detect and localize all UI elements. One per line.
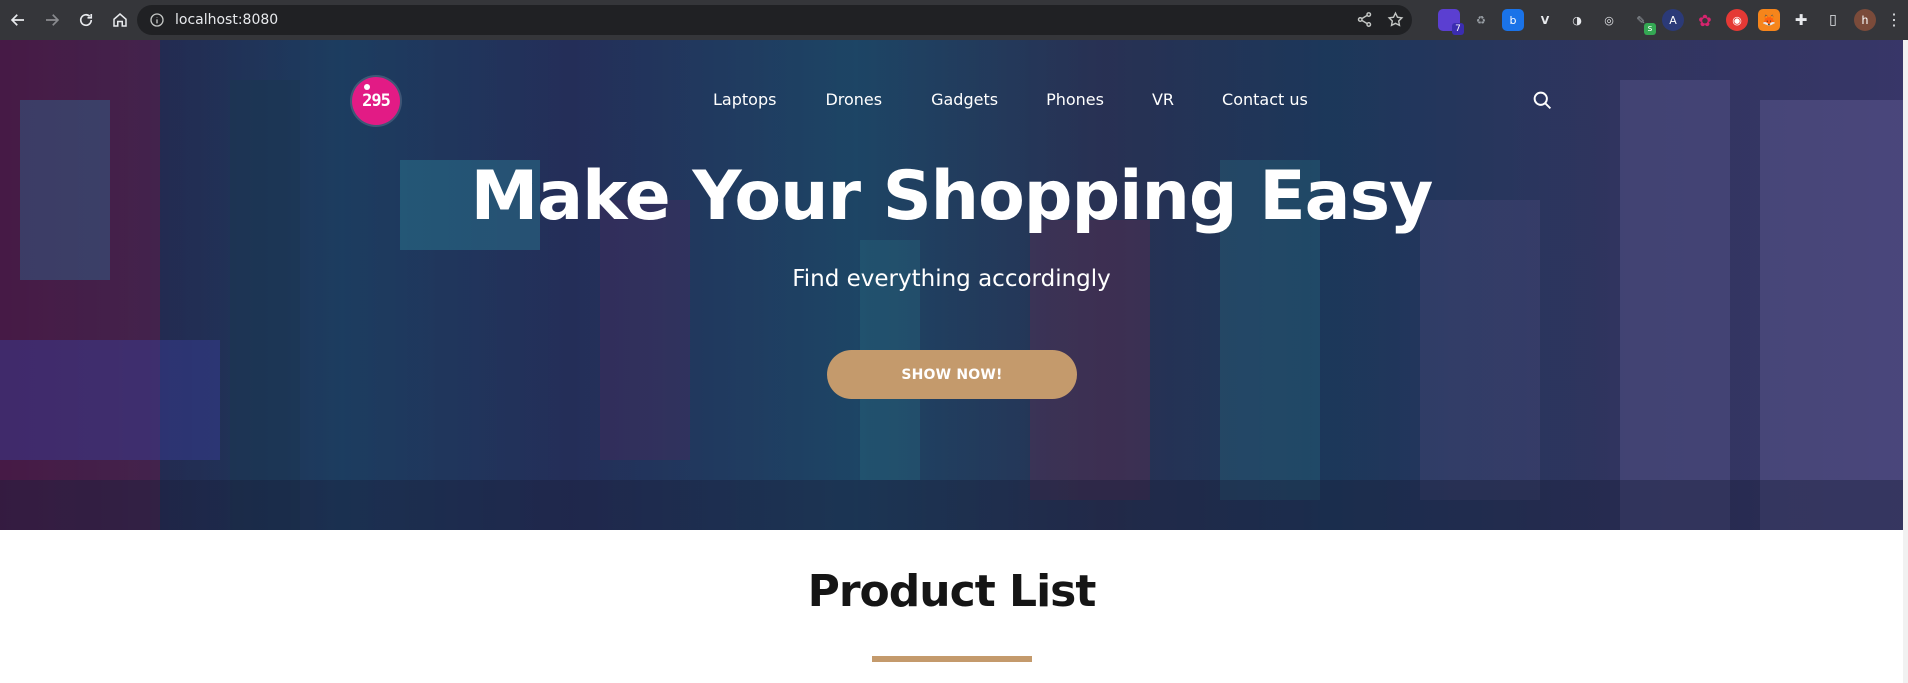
gear-pink-icon[interactable]: ✿ bbox=[1694, 9, 1716, 31]
home-button[interactable] bbox=[104, 4, 136, 36]
hero-subtitle: Find everything accordingly bbox=[792, 266, 1111, 292]
fox-icon[interactable]: 🦊 bbox=[1758, 9, 1780, 31]
forward-button[interactable] bbox=[36, 4, 68, 36]
nav-item-vr[interactable]: VR bbox=[1152, 90, 1174, 109]
eyedropper-icon[interactable]: ✎ s bbox=[1630, 9, 1656, 35]
section-title: Product List bbox=[807, 566, 1097, 617]
section-underline bbox=[872, 656, 1032, 662]
back-button[interactable] bbox=[2, 4, 34, 36]
hero-banner: 295 Laptops Drones Gadgets Phones VR Con… bbox=[0, 40, 1903, 530]
nav-item-laptops[interactable]: Laptops bbox=[713, 90, 776, 109]
page-scrollbar[interactable] bbox=[1903, 40, 1908, 683]
bookmark-star-icon[interactable] bbox=[1387, 11, 1404, 28]
recycle-icon[interactable]: ♻ bbox=[1470, 9, 1492, 31]
info-icon[interactable] bbox=[149, 12, 165, 28]
red-logo-icon[interactable]: ◉ bbox=[1726, 9, 1748, 31]
hero-title: Make Your Shopping Easy bbox=[470, 157, 1434, 236]
puzzle-hex-icon[interactable]: 7 bbox=[1438, 9, 1464, 35]
target-icon[interactable]: ◎ bbox=[1598, 9, 1620, 31]
arrow-right-icon bbox=[46, 14, 60, 26]
site-logo[interactable]: 295 bbox=[352, 77, 400, 125]
arrow-left-icon bbox=[10, 14, 24, 26]
nav-item-gadgets[interactable]: Gadgets bbox=[931, 90, 998, 109]
main-nav: Laptops Drones Gadgets Phones VR Contact… bbox=[713, 90, 1308, 109]
logo-text: 295 bbox=[362, 91, 391, 111]
home-icon bbox=[113, 13, 127, 27]
v-icon[interactable]: V bbox=[1534, 9, 1556, 31]
search-icon[interactable] bbox=[1532, 90, 1553, 111]
extensions-bar: 7 ♻ b V ◑ ◎ ✎ s A ✿ ◉ 🦊 ✚ ▯ h ⋮ bbox=[1438, 9, 1902, 35]
reload-button[interactable] bbox=[70, 4, 102, 36]
address-bar[interactable]: localhost:8080 bbox=[137, 5, 1412, 35]
url-text[interactable]: localhost:8080 bbox=[175, 12, 278, 28]
nav-item-phones[interactable]: Phones bbox=[1046, 90, 1104, 109]
a-circle-icon[interactable]: A bbox=[1662, 9, 1684, 31]
avatar[interactable]: h bbox=[1854, 9, 1876, 31]
circle-half-icon[interactable]: ◑ bbox=[1566, 9, 1588, 31]
reload-icon bbox=[79, 13, 93, 27]
share-icon[interactable] bbox=[1356, 11, 1373, 28]
show-now-button[interactable]: SHOW NOW! bbox=[827, 350, 1077, 399]
menu-dots-icon[interactable]: ⋮ bbox=[1886, 10, 1902, 30]
puzzle-icon[interactable]: ✚ bbox=[1790, 9, 1812, 31]
sidebar-icon[interactable]: ▯ bbox=[1822, 9, 1844, 31]
browser-toolbar: localhost:8080 7 ♻ b V ◑ ◎ ✎ s A ✿ ◉ 🦊 ✚… bbox=[0, 0, 1908, 40]
nav-item-contact-us[interactable]: Contact us bbox=[1222, 90, 1308, 109]
logo-dot bbox=[364, 84, 370, 90]
nav-item-drones[interactable]: Drones bbox=[825, 90, 882, 109]
b-shield-icon[interactable]: b bbox=[1502, 9, 1524, 31]
